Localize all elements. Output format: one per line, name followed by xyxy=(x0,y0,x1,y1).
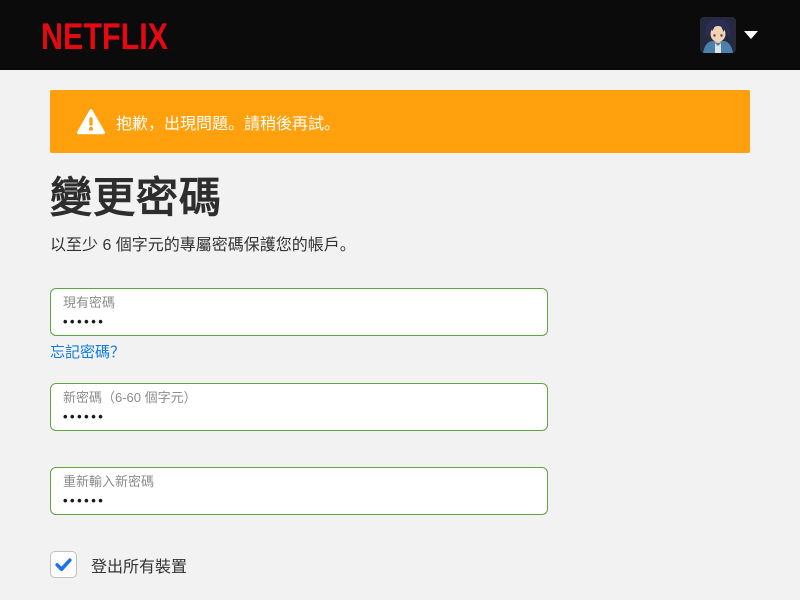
current-password-value: •••••• xyxy=(63,314,106,329)
new-password-value: •••••• xyxy=(63,409,106,424)
new-password-input[interactable]: 新密碼（6-60 個字元） •••••• xyxy=(50,383,548,431)
avatar-image xyxy=(700,17,736,53)
page-title: 變更密碼 xyxy=(50,174,223,221)
confirm-password-value: •••••• xyxy=(63,493,106,508)
netflix-logo-text: NETFLIX xyxy=(41,16,168,57)
current-password-label: 現有密碼 xyxy=(63,295,116,310)
top-nav: NETFLIX xyxy=(0,0,800,70)
error-alert: 抱歉，出現問題。請稍後再試。 xyxy=(50,90,750,153)
new-password-label: 新密碼（6-60 個字元） xyxy=(63,390,197,405)
forgot-password-link[interactable]: 忘記密碼？ xyxy=(50,341,125,362)
signout-label: 登出所有裝置 xyxy=(91,558,188,576)
caret-down-icon[interactable] xyxy=(744,31,758,39)
change-password-page: 抱歉，出現問題。請稍後再試。 變更密碼 以至少 6 個字元的專屬密碼保護您的帳戶… xyxy=(0,70,800,600)
netflix-logo[interactable]: NETFLIX xyxy=(40,13,170,57)
confirm-password-input[interactable]: 重新輸入新密碼 •••••• xyxy=(50,467,548,515)
profile-avatar[interactable] xyxy=(700,17,736,53)
page-subtitle: 以至少 6 個字元的專屬密碼保護您的帳戶。 xyxy=(50,237,356,254)
signout-checkbox[interactable] xyxy=(50,551,77,578)
warning-triangle-icon xyxy=(76,107,106,137)
signout-all-devices-row[interactable]: 登出所有裝置 xyxy=(50,551,187,578)
alert-message: 抱歉，出現問題。請稍後再試。 xyxy=(116,115,341,133)
check-icon xyxy=(55,558,72,572)
confirm-password-label: 重新輸入新密碼 xyxy=(63,474,155,489)
current-password-input[interactable]: 現有密碼 •••••• xyxy=(50,288,548,336)
